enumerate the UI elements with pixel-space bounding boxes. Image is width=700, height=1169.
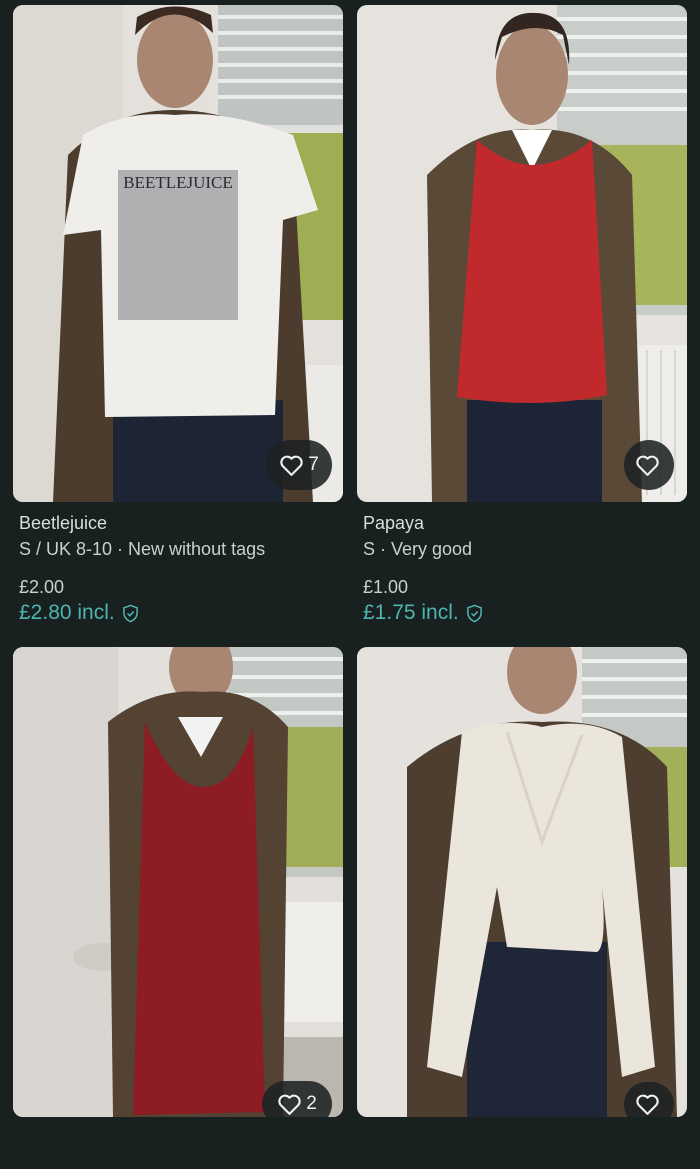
heart-outline-icon — [278, 1094, 301, 1115]
listing-photo-image — [357, 647, 687, 1117]
heart-outline-icon — [635, 1094, 659, 1115]
garment-print-text: BEETLEJUICE — [123, 173, 233, 192]
listing-info: Beetlejuice S / UK 8-10 · New without ta… — [19, 512, 339, 626]
listing-title: Papaya — [363, 513, 425, 533]
listing-title: Beetlejuice — [19, 513, 108, 533]
favourite-count: 7 — [308, 454, 319, 475]
listing-price: £1.00 — [363, 577, 409, 597]
price-incl-text: £2.80 incl. — [19, 601, 115, 624]
favourite-button[interactable] — [624, 440, 674, 490]
heart-outline-icon — [280, 455, 303, 476]
listing-photo[interactable]: 2 — [13, 647, 343, 1117]
listing-grid: BEETLEJUICE 7 Beetlejuice S / UK 8-10 · … — [0, 0, 700, 1169]
listing-card-beetlejuice[interactable]: BEETLEJUICE 7 Beetlejuice S / UK 8-10 · … — [13, 5, 343, 624]
shield-check-icon — [122, 604, 138, 622]
listing-info: Papaya S · Very good £1.00 £1.75 incl. — [363, 512, 683, 626]
listing-photo-image — [13, 647, 343, 1117]
listing-card-papaya[interactable]: Papaya S · Very good £1.00 £1.75 incl. — [357, 5, 687, 624]
listing-price-incl[interactable]: £1.75 incl. — [363, 600, 683, 626]
listing-price: £2.00 — [19, 577, 65, 597]
listing-photo[interactable] — [357, 5, 687, 502]
favourite-button[interactable] — [624, 1082, 674, 1117]
favourite-button[interactable]: 2 — [262, 1081, 332, 1117]
listing-photo-image — [357, 5, 687, 502]
listing-card-4[interactable] — [357, 647, 687, 1117]
listing-size-condition: S · Very good — [363, 539, 473, 559]
listing-price-incl[interactable]: £2.80 incl. — [19, 600, 339, 626]
listing-photo[interactable] — [357, 647, 687, 1117]
listing-photo[interactable]: BEETLEJUICE 7 — [13, 5, 343, 502]
heart-outline-icon — [635, 455, 659, 476]
listing-card-3[interactable]: 2 — [13, 647, 343, 1117]
price-incl-text: £1.75 incl. — [363, 601, 459, 624]
garment-shape — [457, 140, 607, 404]
favourite-count: 2 — [306, 1093, 317, 1114]
listing-photo-image: BEETLEJUICE — [13, 5, 343, 502]
shield-check-icon — [466, 604, 482, 622]
favourite-button[interactable]: 7 — [266, 440, 332, 490]
listing-size-condition: S / UK 8-10 · New without tags — [19, 539, 266, 559]
